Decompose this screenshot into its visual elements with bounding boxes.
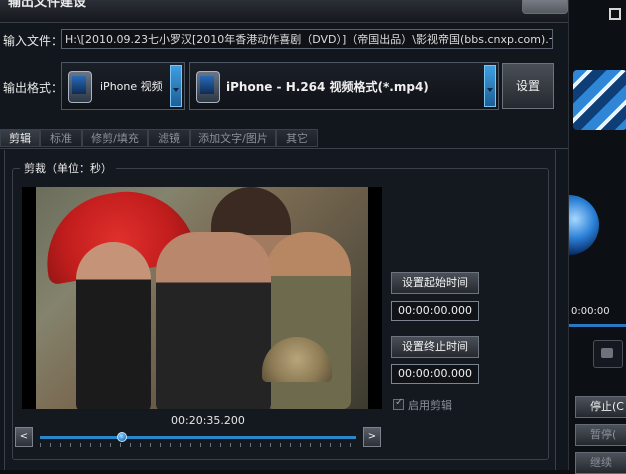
end-time-field[interactable]: 00:00:00.000 [391, 364, 479, 384]
maximize-icon[interactable] [609, 8, 621, 20]
window-controls [575, 4, 626, 20]
enable-trim-label: 启用剪辑 [408, 399, 452, 412]
host-time-readout: 0:00:00 [571, 306, 610, 317]
input-file-path-field[interactable]: H:\[2010.09.23七小罗汉[2010年香港动作喜剧（DVD）]（帝国出… [61, 29, 553, 49]
setup-button[interactable]: 设置 [502, 63, 554, 109]
tab-bar: 剪辑 标准 修剪/填充 滤镜 添加文字/图片 其它 [0, 128, 568, 149]
input-file-label: 输入文件： [3, 34, 64, 48]
iphone-icon [68, 71, 92, 103]
tab-other[interactable]: 其它 [276, 129, 318, 147]
person-figure [266, 232, 351, 409]
person-figure [76, 242, 151, 409]
format-select[interactable]: iPhone - H.264 视频格式(*.mp4) [189, 62, 499, 110]
camera-icon[interactable] [593, 340, 623, 368]
next-frame-button[interactable]: > [363, 427, 381, 447]
timeline-ticks [40, 443, 356, 447]
chevron-down-icon[interactable] [170, 65, 182, 107]
continue-button[interactable]: 继续 [575, 452, 626, 474]
dialog-title: 输出文件建设 [8, 0, 87, 10]
video-preview [22, 187, 382, 409]
trim-group-title: 剪裁（单位：秒） [20, 160, 116, 176]
current-timecode: 00:20:35.200 [171, 414, 245, 427]
set-end-time-button[interactable]: 设置终止时间 [391, 336, 479, 358]
video-frame [36, 187, 368, 409]
close-button[interactable] [522, 0, 568, 14]
tab-filter[interactable]: 滤镜 [148, 129, 190, 147]
stop-button[interactable]: 停止(C [575, 396, 626, 418]
prev-frame-button[interactable]: < [15, 427, 33, 447]
set-start-time-button[interactable]: 设置起始时间 [391, 272, 479, 294]
clapperboard-icon [573, 70, 626, 130]
output-settings-dialog: 输出文件建设 输入文件： H:\[2010.09.23七小罗汉[2010年香港动… [0, 0, 568, 470]
person-figure [156, 232, 271, 409]
host-app-side-panel: 0:00:00 停止(C 暂停( 继续 [568, 0, 626, 474]
blue-orb-icon [569, 195, 599, 255]
tab-standard[interactable]: 标准 [40, 129, 82, 147]
timeline-slider-track[interactable] [40, 436, 356, 439]
pause-button[interactable]: 暂停( [575, 424, 626, 446]
host-progress-bar [569, 324, 626, 327]
device-select-value: iPhone 视频 [100, 80, 163, 93]
format-select-value: iPhone - H.264 视频格式(*.mp4) [226, 80, 429, 94]
output-format-label: 输出格式： [3, 81, 64, 95]
tab-clip[interactable]: 剪辑 [0, 129, 40, 147]
title-bar: 输出文件建设 [0, 0, 568, 23]
tab-add-text-image[interactable]: 添加文字/图片 [190, 129, 276, 147]
tab-crop-pad[interactable]: 修剪/填充 [82, 129, 148, 147]
enable-trim-checkbox[interactable] [393, 397, 404, 410]
iphone-icon [196, 71, 220, 103]
start-time-field[interactable]: 00:00:00.000 [391, 301, 479, 321]
device-select[interactable]: iPhone 视频 [61, 62, 185, 110]
chevron-down-icon[interactable] [484, 65, 496, 107]
